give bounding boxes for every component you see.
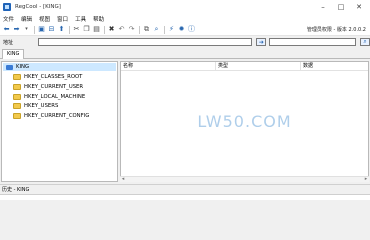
tree-item-hkcc[interactable]: HKEY_CURRENT_CONFIG (13, 111, 89, 120)
menu-bar: 文件 编辑 视图 窗口 工具 帮助 (0, 13, 370, 24)
registry-tree[interactable]: KING HKEY_CLASSES_ROOT HKEY_CURRENT_USER… (1, 61, 118, 182)
back-icon[interactable]: ⬅ (2, 25, 11, 34)
go-arrow-icon: ➜ (258, 38, 264, 46)
info-icon[interactable]: ⓘ (187, 25, 196, 34)
menu-window[interactable]: 窗口 (57, 15, 68, 23)
settings-icon[interactable]: ✹ (177, 25, 186, 34)
folder-icon (13, 83, 21, 90)
address-bar: 地址 ➜ ⌕ (0, 36, 370, 48)
toolbar-separator (164, 25, 165, 34)
version-text: 管理员权限 - 版本 2.0.0.2 (306, 27, 366, 33)
find-icon[interactable]: ⌕ (152, 25, 161, 34)
folder-icon (13, 102, 21, 109)
toolbar-separator (69, 25, 70, 34)
scroll-left-icon[interactable]: ◂ (120, 176, 126, 182)
title-bar: RegCool - [KING] – □ ✕ (0, 0, 370, 13)
tree-item-label: HKEY_CURRENT_CONFIG (24, 112, 90, 119)
tree-item-label: HKEY_LOCAL_MACHINE (24, 93, 86, 100)
toolbar-separator (104, 25, 105, 34)
window-title: RegCool - [KING] (15, 3, 61, 10)
toolbar-separator (139, 25, 140, 34)
jump-icon[interactable]: ⚡ (167, 25, 176, 34)
column-header-data[interactable]: 数据 (301, 62, 368, 71)
menu-edit[interactable]: 编辑 (21, 15, 32, 23)
maximize-button[interactable]: □ (332, 0, 350, 13)
dropdown-icon[interactable]: ▾ (22, 25, 31, 34)
watermark: LW50.COM (197, 112, 292, 131)
cut-icon[interactable]: ✂ (72, 25, 81, 34)
folder-icon (13, 112, 21, 119)
tree-item-hku[interactable]: HKEY_USERS (13, 101, 58, 110)
up-icon[interactable]: ⬆ (57, 25, 66, 34)
regcool-app-icon (3, 2, 11, 11)
window-controls: – □ ✕ (314, 0, 368, 13)
copy-icon[interactable]: ❐ (82, 25, 91, 34)
redo-icon[interactable]: ↷ (127, 25, 136, 34)
toolbar-separator (34, 25, 35, 34)
history-panel (0, 194, 370, 200)
search-input[interactable] (269, 38, 357, 46)
values-list[interactable]: 名称 类型 数据 LW50.COM (120, 61, 369, 182)
column-header-name[interactable]: 名称 (121, 62, 216, 71)
folder-icon (13, 73, 21, 80)
paste-icon[interactable]: ▤ (92, 25, 101, 34)
tab-king[interactable]: KING (2, 49, 25, 59)
go-button[interactable]: ➜ (256, 38, 267, 46)
close-button[interactable]: ✕ (350, 0, 368, 13)
menu-view[interactable]: 视图 (39, 15, 50, 23)
address-input[interactable] (37, 38, 253, 46)
tree-item-label: HKEY_USERS (24, 102, 59, 109)
save-icon[interactable]: ▣ (37, 25, 46, 34)
menu-file[interactable]: 文件 (3, 15, 14, 23)
tree-root-label: KING (16, 64, 30, 70)
computer-icon (6, 64, 13, 70)
menu-tools[interactable]: 工具 (75, 15, 86, 23)
menu-help[interactable]: 帮助 (93, 15, 104, 23)
tree-item-hkcr[interactable]: HKEY_CLASSES_ROOT (13, 72, 82, 81)
tab-strip: KING (0, 48, 370, 59)
undo-icon[interactable]: ↶ (117, 25, 126, 34)
export-icon[interactable]: ⊟ (47, 25, 56, 34)
tree-item-hkcu[interactable]: HKEY_CURRENT_USER (13, 82, 83, 91)
status-text: 历史 - KING (2, 187, 30, 193)
tree-root-item[interactable]: KING (3, 63, 116, 71)
compare-icon[interactable]: ⧉ (142, 25, 151, 34)
folder-icon (13, 93, 21, 100)
minimize-button[interactable]: – (314, 0, 332, 13)
forward-icon[interactable]: ➡ (12, 25, 21, 34)
scroll-right-icon[interactable]: ▸ (363, 176, 369, 182)
horizontal-scrollbar[interactable]: ◂ ▸ (120, 176, 369, 182)
toolbar: ⬅ ➡ ▾ ▣ ⊟ ⬆ ✂ ❐ ▤ ✖ ↶ ↷ ⧉ ⌕ ⚡ ✹ ⓘ 管理员权限 … (0, 24, 370, 36)
tree-item-label: HKEY_CURRENT_USER (24, 83, 84, 90)
status-bar: 历史 - KING (0, 184, 370, 194)
tree-item-hklm[interactable]: HKEY_LOCAL_MACHINE (13, 92, 85, 101)
search-button[interactable]: ⌕ (360, 38, 370, 46)
tree-item-label: HKEY_CLASSES_ROOT (24, 73, 83, 80)
address-label: 地址 (3, 39, 14, 46)
column-header-type[interactable]: 类型 (216, 62, 301, 71)
list-header: 名称 类型 数据 (121, 62, 368, 71)
delete-icon[interactable]: ✖ (107, 25, 116, 34)
search-icon: ⌕ (363, 38, 367, 45)
